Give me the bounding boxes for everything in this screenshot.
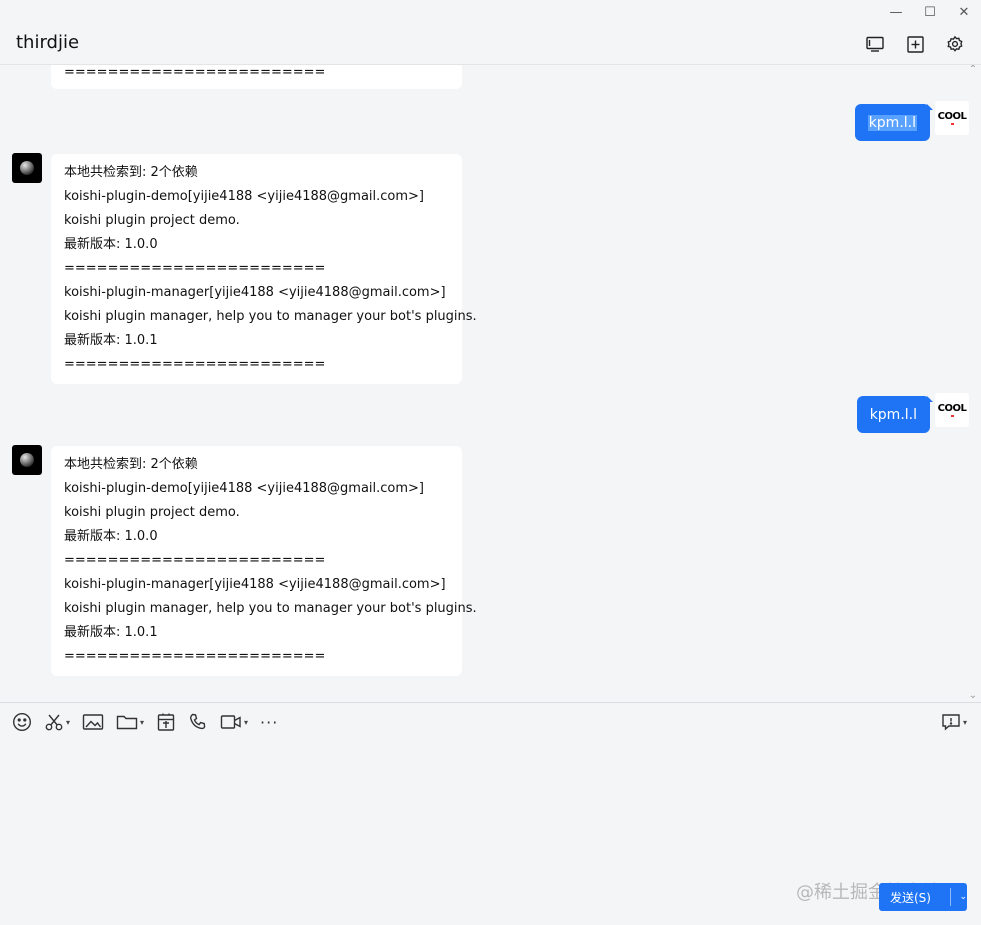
video-call-icon[interactable]: ▾ (220, 710, 248, 734)
bot-avatar[interactable] (12, 153, 42, 183)
chevron-down-icon[interactable]: ▾ (140, 718, 144, 727)
add-window-icon[interactable] (903, 32, 927, 56)
chevron-down-icon[interactable]: ⌄ (951, 892, 967, 902)
sphere-icon (20, 453, 34, 467)
message-line: 最新版本: 1.0.0 (64, 237, 158, 252)
message-list[interactable]: ======================== ⌃ kpm.l.l COOL … (0, 65, 981, 702)
avatar-logo-dot (950, 123, 954, 125)
chevron-down-icon[interactable]: ▾ (963, 718, 967, 727)
chevron-down-icon[interactable]: ▾ (66, 718, 70, 727)
incoming-message-bubble: 本地共检索到: 2个依赖 koishi-plugin-demo[yijie418… (51, 154, 477, 384)
message-line: ======================== (64, 65, 326, 80)
scroll-down-icon[interactable]: ⌄ (967, 691, 979, 701)
chat-title: thirdjie (16, 32, 80, 53)
message-line: koishi plugin manager, help you to manag… (64, 601, 477, 616)
settings-gear-icon[interactable] (943, 32, 967, 56)
close-button[interactable]: ✕ (947, 0, 981, 24)
avatar-logo-text: COOL (937, 403, 967, 414)
message-line: 最新版本: 1.0.0 (64, 529, 158, 544)
message-line: koishi-plugin-demo[yijie4188 <yijie4188@… (64, 481, 424, 496)
composer-divider (0, 702, 981, 703)
message-line: 最新版本: 1.0.1 (64, 625, 158, 640)
message-line: ======================== (64, 649, 326, 664)
avatar-logo-text: COOL (937, 111, 967, 122)
chevron-down-icon[interactable]: ▾ (244, 718, 248, 727)
scroll-up-icon[interactable]: ⌃ (967, 65, 979, 75)
user-avatar[interactable]: COOL (935, 393, 969, 427)
emoji-icon[interactable] (12, 710, 32, 734)
window-controls: — ☐ ✕ (879, 0, 981, 24)
screen-share-icon[interactable] (863, 32, 887, 56)
message-line: ======================== (64, 357, 326, 372)
message-input[interactable] (0, 740, 981, 875)
message-line: koishi-plugin-manager[yijie4188 <yijie41… (64, 285, 446, 300)
image-icon[interactable] (82, 710, 104, 734)
bubble-tail (927, 104, 933, 110)
message-line: koishi plugin project demo. (64, 213, 240, 228)
message-line: koishi plugin project demo. (64, 505, 240, 520)
red-packet-icon[interactable] (156, 710, 176, 734)
chat-header: thirdjie (0, 24, 981, 65)
outgoing-message-bubble: kpm.l.l (856, 396, 930, 433)
user-avatar[interactable]: COOL (935, 101, 969, 135)
folder-icon[interactable]: ▾ (116, 710, 144, 734)
sphere-icon (20, 161, 34, 175)
message-line: 本地共检索到: 2个依赖 (64, 165, 198, 180)
message-line: koishi-plugin-manager[yijie4188 <yijie41… (64, 577, 446, 592)
chat-history-icon[interactable]: ▾ (941, 710, 967, 734)
scissors-icon[interactable]: ▾ (44, 710, 70, 734)
send-button[interactable]: 发送(S) ⌄ (879, 883, 967, 911)
bot-avatar[interactable] (12, 445, 42, 475)
outgoing-message-bubble: kpm.l.l (854, 104, 930, 141)
incoming-message-bubble: 本地共检索到: 2个依赖 koishi-plugin-demo[yijie418… (51, 446, 477, 676)
composer-toolbar: ▾ ▾ ▾ ··· (12, 710, 278, 734)
send-button-label: 发送(S) (890, 890, 931, 905)
minimize-button[interactable]: — (879, 0, 913, 24)
maximize-button[interactable]: ☐ (913, 0, 947, 24)
message-text: kpm.l.l (869, 406, 917, 423)
message-line: 最新版本: 1.0.1 (64, 333, 158, 348)
message-line: ======================== (64, 261, 326, 276)
header-actions (863, 32, 967, 56)
message-line: 本地共检索到: 2个依赖 (64, 457, 198, 472)
bubble-tail (927, 396, 933, 402)
message-line: koishi plugin manager, help you to manag… (64, 309, 477, 324)
message-line: ======================== (64, 553, 326, 568)
message-bubble-partial: ======================== (51, 65, 462, 89)
message-line: koishi-plugin-demo[yijie4188 <yijie4188@… (64, 189, 424, 204)
message-text: kpm.l.l (867, 114, 917, 131)
toolbar-right: ▾ (941, 710, 967, 734)
avatar-logo-dot (950, 415, 954, 417)
more-icon[interactable]: ··· (260, 710, 278, 734)
phone-icon[interactable] (188, 710, 208, 734)
